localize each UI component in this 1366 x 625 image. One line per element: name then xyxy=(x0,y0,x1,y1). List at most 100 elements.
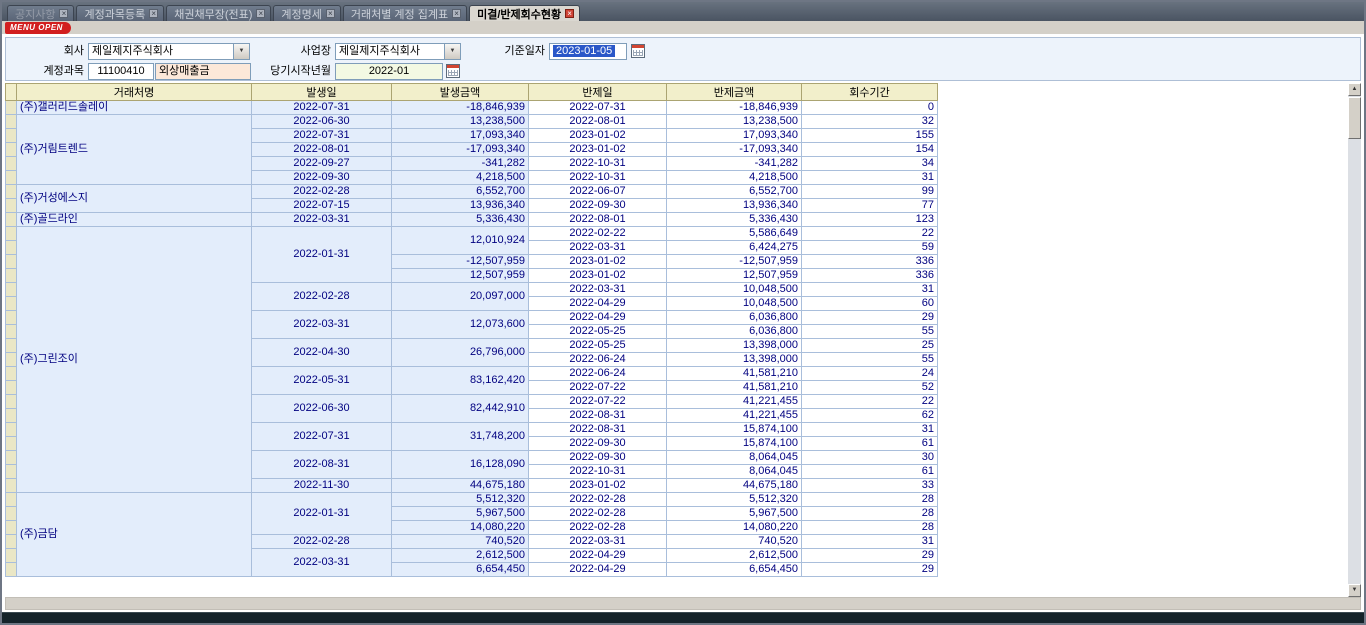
tab-close-icon[interactable]: × xyxy=(565,9,574,18)
occur-date-cell[interactable]: 2022-05-31 xyxy=(252,367,392,395)
occur-date-cell[interactable]: 2022-04-30 xyxy=(252,339,392,367)
collection-period-cell[interactable]: 29 xyxy=(802,311,938,325)
collection-period-cell[interactable]: 55 xyxy=(802,325,938,339)
occur-amount-cell[interactable]: -12,507,959 xyxy=(392,255,529,269)
customer-cell[interactable]: (주)거림트렌드 xyxy=(17,115,252,185)
tab-2[interactable]: 계정과목등록× xyxy=(76,5,164,21)
settle-amount-cell[interactable]: 6,654,450 xyxy=(667,563,802,577)
occur-date-cell[interactable]: 2022-07-31 xyxy=(252,101,392,115)
settle-date-cell[interactable]: 2022-07-22 xyxy=(529,381,667,395)
settle-amount-cell[interactable]: 41,581,210 xyxy=(667,367,802,381)
occur-date-cell[interactable]: 2022-09-27 xyxy=(252,157,392,171)
customer-cell[interactable]: (주)그린조이 xyxy=(17,227,252,493)
occur-amount-cell[interactable]: 13,238,500 xyxy=(392,115,529,129)
settle-date-cell[interactable]: 2022-09-30 xyxy=(529,199,667,213)
column-header[interactable]: 발생일 xyxy=(252,84,392,101)
row-selector[interactable] xyxy=(6,283,17,297)
settle-amount-cell[interactable]: 5,967,500 xyxy=(667,507,802,521)
row-selector[interactable] xyxy=(6,241,17,255)
settle-amount-cell[interactable]: 41,221,455 xyxy=(667,409,802,423)
occur-amount-cell[interactable]: 14,080,220 xyxy=(392,521,529,535)
occur-date-cell[interactable]: 2022-09-30 xyxy=(252,171,392,185)
settle-date-cell[interactable]: 2022-03-31 xyxy=(529,535,667,549)
collection-period-cell[interactable]: 25 xyxy=(802,339,938,353)
row-selector[interactable] xyxy=(6,325,17,339)
settle-amount-cell[interactable]: 5,512,320 xyxy=(667,493,802,507)
settle-date-cell[interactable]: 2022-02-22 xyxy=(529,227,667,241)
column-header[interactable]: 회수기간 xyxy=(802,84,938,101)
occur-amount-cell[interactable]: 16,128,090 xyxy=(392,451,529,479)
settle-date-cell[interactable]: 2023-01-02 xyxy=(529,269,667,283)
settle-date-cell[interactable]: 2022-09-30 xyxy=(529,437,667,451)
settle-date-cell[interactable]: 2022-08-01 xyxy=(529,115,667,129)
collection-period-cell[interactable]: 22 xyxy=(802,227,938,241)
occur-date-cell[interactable]: 2022-11-30 xyxy=(252,479,392,493)
row-selector[interactable] xyxy=(6,465,17,479)
column-header[interactable]: 발생금액 xyxy=(392,84,529,101)
row-selector[interactable] xyxy=(6,437,17,451)
settle-date-cell[interactable]: 2022-06-24 xyxy=(529,367,667,381)
column-header[interactable]: 반제금액 xyxy=(667,84,802,101)
settle-date-cell[interactable]: 2022-04-29 xyxy=(529,311,667,325)
row-selector[interactable] xyxy=(6,339,17,353)
settle-date-cell[interactable]: 2022-03-31 xyxy=(529,241,667,255)
row-selector[interactable] xyxy=(6,157,17,171)
row-selector[interactable] xyxy=(6,171,17,185)
settle-amount-cell[interactable]: 10,048,500 xyxy=(667,297,802,311)
occur-amount-cell[interactable]: 6,552,700 xyxy=(392,185,529,199)
settle-amount-cell[interactable]: 17,093,340 xyxy=(667,129,802,143)
occur-date-cell[interactable]: 2022-06-30 xyxy=(252,395,392,423)
settle-amount-cell[interactable]: 44,675,180 xyxy=(667,479,802,493)
row-selector[interactable] xyxy=(6,115,17,129)
occur-amount-cell[interactable]: 5,512,320 xyxy=(392,493,529,507)
collection-period-cell[interactable]: 22 xyxy=(802,395,938,409)
settle-amount-cell[interactable]: 8,064,045 xyxy=(667,451,802,465)
settle-amount-cell[interactable]: 41,581,210 xyxy=(667,381,802,395)
settle-date-cell[interactable]: 2022-02-28 xyxy=(529,521,667,535)
customer-cell[interactable]: (주)골드라인 xyxy=(17,213,252,227)
occur-date-cell[interactable]: 2022-01-31 xyxy=(252,493,392,535)
row-selector[interactable] xyxy=(6,563,17,577)
collection-period-cell[interactable]: 28 xyxy=(802,493,938,507)
row-selector[interactable] xyxy=(6,199,17,213)
occur-amount-cell[interactable]: 2,612,500 xyxy=(392,549,529,563)
settle-date-cell[interactable]: 2022-08-31 xyxy=(529,423,667,437)
occur-date-cell[interactable]: 2022-03-31 xyxy=(252,549,392,577)
settle-amount-cell[interactable]: -12,507,959 xyxy=(667,255,802,269)
settle-date-cell[interactable]: 2022-02-28 xyxy=(529,493,667,507)
occur-amount-cell[interactable]: 6,654,450 xyxy=(392,563,529,577)
collection-period-cell[interactable]: 30 xyxy=(802,451,938,465)
occur-amount-cell[interactable]: 83,162,420 xyxy=(392,367,529,395)
row-selector[interactable] xyxy=(6,353,17,367)
collection-period-cell[interactable]: 34 xyxy=(802,157,938,171)
row-selector[interactable] xyxy=(6,367,17,381)
collection-period-cell[interactable]: 32 xyxy=(802,115,938,129)
settle-amount-cell[interactable]: 5,336,430 xyxy=(667,213,802,227)
row-selector[interactable] xyxy=(6,129,17,143)
row-selector[interactable] xyxy=(6,269,17,283)
collection-period-cell[interactable]: 31 xyxy=(802,171,938,185)
occur-amount-cell[interactable]: 13,936,340 xyxy=(392,199,529,213)
column-header[interactable]: 반제일 xyxy=(529,84,667,101)
tab-close-icon[interactable]: × xyxy=(452,9,461,18)
start-month-input[interactable]: 2022-01 xyxy=(335,63,443,80)
row-selector[interactable] xyxy=(6,227,17,241)
row-selector[interactable] xyxy=(6,185,17,199)
settle-amount-cell[interactable]: 13,936,340 xyxy=(667,199,802,213)
settle-date-cell[interactable]: 2023-01-02 xyxy=(529,255,667,269)
collection-period-cell[interactable]: 60 xyxy=(802,297,938,311)
row-selector[interactable] xyxy=(6,381,17,395)
collection-period-cell[interactable]: 61 xyxy=(802,437,938,451)
collection-period-cell[interactable]: 336 xyxy=(802,255,938,269)
customer-cell[interactable]: (주)금담 xyxy=(17,493,252,577)
row-selector[interactable] xyxy=(6,395,17,409)
tab-close-icon[interactable]: × xyxy=(59,9,68,18)
settle-amount-cell[interactable]: 6,424,275 xyxy=(667,241,802,255)
collection-period-cell[interactable]: 155 xyxy=(802,129,938,143)
occur-amount-cell[interactable]: 740,520 xyxy=(392,535,529,549)
settle-amount-cell[interactable]: 15,874,100 xyxy=(667,437,802,451)
collection-period-cell[interactable]: 123 xyxy=(802,213,938,227)
settle-date-cell[interactable]: 2022-04-29 xyxy=(529,297,667,311)
settle-amount-cell[interactable]: 5,586,649 xyxy=(667,227,802,241)
calendar-icon[interactable] xyxy=(631,44,645,58)
